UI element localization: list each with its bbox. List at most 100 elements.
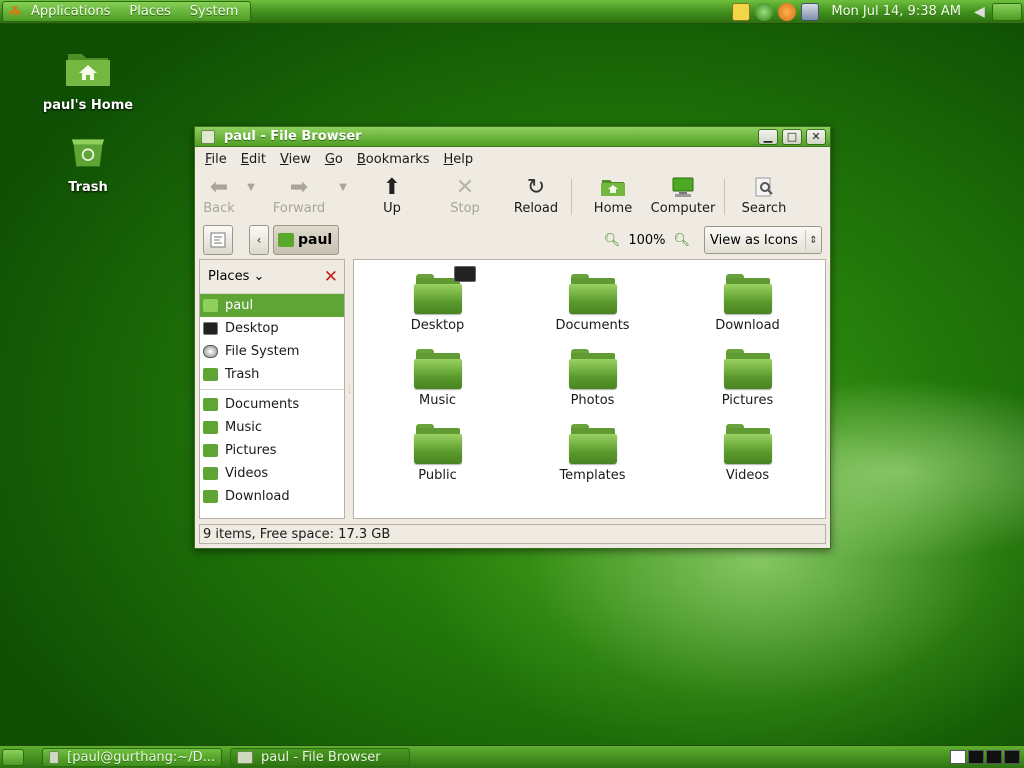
workspace-3[interactable] xyxy=(986,750,1002,764)
desktop-home-icon[interactable]: paul's Home xyxy=(38,48,138,113)
clock[interactable]: Mon Jul 14, 9:38 AM xyxy=(831,4,961,19)
system-menu[interactable]: System xyxy=(190,4,238,19)
notes-icon[interactable] xyxy=(732,2,751,21)
file-icon-view[interactable]: Desktop Documents Download Music Photos … xyxy=(353,259,826,519)
menu-go[interactable]: Go xyxy=(325,152,343,167)
menu-view[interactable]: View xyxy=(280,152,311,167)
computer-button[interactable]: Computer xyxy=(650,173,716,216)
harddisk-icon xyxy=(203,345,218,358)
menu-help[interactable]: Help xyxy=(444,152,474,167)
forward-button[interactable]: ➡ Forward xyxy=(263,173,335,217)
home-folder-icon xyxy=(600,173,626,201)
sidebar-item-documents[interactable]: Documents xyxy=(200,393,344,416)
folder-icon xyxy=(568,420,617,464)
stop-button[interactable]: ✕ Stop xyxy=(441,173,489,217)
update-notifier-icon[interactable] xyxy=(778,2,797,21)
sidebar-divider xyxy=(200,389,344,390)
zoom-out-icon[interactable]: 🔍︎ xyxy=(604,233,621,248)
sidebar-item-trash[interactable]: Trash xyxy=(200,363,344,386)
stop-icon: ✕ xyxy=(455,174,475,200)
workspace-1[interactable] xyxy=(950,750,966,764)
file-item-videos[interactable]: Videos xyxy=(670,420,825,495)
location-bar: ‹ paul 🔍︎ 100% 🔍︎ View as Icons ⇕ xyxy=(195,221,830,259)
trash-icon xyxy=(71,139,105,167)
breadcrumb-paul[interactable]: paul xyxy=(273,225,340,255)
desktop-icon xyxy=(203,322,218,335)
places-menu[interactable]: Places xyxy=(129,4,170,19)
system-tray: Mon Jul 14, 9:38 AM ◀ xyxy=(727,0,1024,24)
computer-icon xyxy=(670,173,696,201)
breadcrumb-scroll-left-button[interactable]: ‹ xyxy=(249,225,269,255)
forward-history-dropdown[interactable]: ▼ xyxy=(335,173,351,201)
window-title: paul - File Browser xyxy=(224,129,362,144)
status-bar: 9 items, Free space: 17.3 GB xyxy=(199,524,826,544)
workspace-2[interactable] xyxy=(968,750,984,764)
file-browser-icon xyxy=(237,750,253,764)
home-folder-icon xyxy=(66,54,110,86)
sidebar-item-download[interactable]: Download xyxy=(200,485,344,508)
sidebar-item-paul[interactable]: paul xyxy=(200,294,344,317)
location-entry-toggle-button[interactable] xyxy=(203,225,233,255)
text-entry-icon xyxy=(210,232,226,248)
volume-icon[interactable]: ◀ xyxy=(974,3,988,21)
quit-button[interactable] xyxy=(992,2,1022,21)
home-icon xyxy=(278,233,294,247)
minimize-button[interactable]: ▁ xyxy=(758,128,778,145)
main-menu-bar: ☘ Applications Places System xyxy=(2,1,252,22)
zoom-in-icon[interactable]: 🔍︎ xyxy=(673,233,690,248)
folder-icon xyxy=(723,270,772,314)
file-item-templates[interactable]: Templates xyxy=(515,420,670,495)
search-button[interactable]: Search xyxy=(739,173,789,216)
up-arrow-icon: ⬆ xyxy=(382,174,402,200)
bottom-panel: [paul@gurthang:~/D... paul - File Browse… xyxy=(0,745,1024,768)
window-menu-icon[interactable] xyxy=(201,129,215,144)
taskbar-item-terminal[interactable]: [paul@gurthang:~/D... xyxy=(42,747,222,767)
toolbar: ⬅ Back ▼ ➡ Forward ▼ ⬆ Up ✕ Stop ↻ Reloa… xyxy=(195,171,830,221)
sidebar-mode-select[interactable]: Places ⌄ xyxy=(208,269,264,284)
menu-edit[interactable]: Edit xyxy=(241,152,266,167)
back-button[interactable]: ⬅ Back xyxy=(195,173,243,217)
terminal-icon xyxy=(49,750,60,764)
file-item-download[interactable]: Download xyxy=(670,270,825,345)
sidebar-item-file-system[interactable]: File System xyxy=(200,340,344,363)
folder-icon xyxy=(723,420,772,464)
pane-resize-handle[interactable]: ⋮ xyxy=(345,259,354,521)
sidebar-header: Places ⌄ ✕ xyxy=(200,260,344,294)
file-item-music[interactable]: Music xyxy=(360,345,515,420)
maximize-button[interactable]: □ xyxy=(782,128,802,145)
status-text: 9 items, Free space: 17.3 GB xyxy=(203,526,391,542)
up-button[interactable]: ⬆ Up xyxy=(367,173,417,217)
zoom-level[interactable]: 100% xyxy=(628,233,665,248)
sidebar-item-desktop[interactable]: Desktop xyxy=(200,317,344,340)
home-button[interactable]: Home xyxy=(588,173,638,216)
file-item-pictures[interactable]: Pictures xyxy=(670,345,825,420)
reload-button[interactable]: ↻ Reload xyxy=(509,173,563,217)
close-button[interactable]: ✕ xyxy=(806,128,826,145)
network-globe-icon[interactable] xyxy=(755,2,774,21)
workspace-switcher xyxy=(948,750,1020,764)
folder-icon xyxy=(413,420,462,464)
applications-menu[interactable]: Applications xyxy=(31,4,110,19)
show-desktop-button[interactable] xyxy=(2,748,24,766)
file-item-desktop[interactable]: Desktop xyxy=(360,266,515,345)
updown-arrow-icon: ⇕ xyxy=(805,230,821,250)
desktop-trash-icon[interactable]: Trash xyxy=(38,134,138,195)
back-history-dropdown[interactable]: ▼ xyxy=(243,173,259,201)
menu-file[interactable]: File xyxy=(205,152,227,167)
workspace-4[interactable] xyxy=(1004,750,1020,764)
network-manager-icon[interactable] xyxy=(801,2,820,21)
window-titlebar[interactable]: paul - File Browser ▁ □ ✕ xyxy=(195,127,830,147)
desktop-emblem-icon xyxy=(453,266,476,282)
close-sidebar-icon[interactable]: ✕ xyxy=(324,267,338,287)
view-mode-select[interactable]: View as Icons ⇕ xyxy=(704,226,822,254)
toolbar-separator xyxy=(724,179,725,215)
sidebar-item-music[interactable]: Music xyxy=(200,416,344,439)
menu-bookmarks[interactable]: Bookmarks xyxy=(357,152,430,167)
search-icon xyxy=(753,173,775,201)
sidebar-item-pictures[interactable]: Pictures xyxy=(200,439,344,462)
file-item-documents[interactable]: Documents xyxy=(515,270,670,345)
taskbar-item-file-browser[interactable]: paul - File Browser xyxy=(230,747,410,767)
file-item-public[interactable]: Public xyxy=(360,420,515,495)
file-item-photos[interactable]: Photos xyxy=(515,345,670,420)
sidebar-item-videos[interactable]: Videos xyxy=(200,462,344,485)
